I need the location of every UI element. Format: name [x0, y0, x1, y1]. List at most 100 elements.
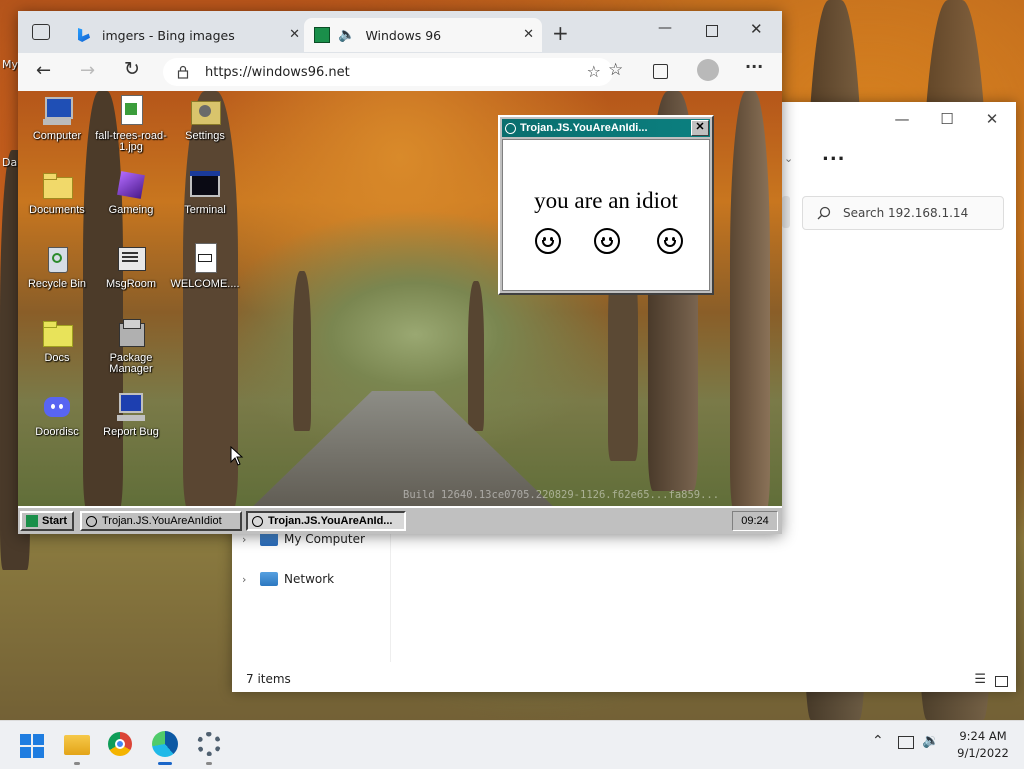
terminal-icon	[189, 169, 221, 201]
close-tab-icon[interactable]: ✕	[289, 27, 300, 42]
url-text: https://windows96.net	[205, 65, 350, 80]
w96-taskbar: Start Trojan.JS.YouAreAnIdiot Trojan.JS.…	[18, 506, 782, 534]
minimize-button[interactable]: —	[882, 110, 922, 130]
desktop-icon-label: Report Bug	[103, 426, 159, 438]
close-button[interactable]: ✕	[691, 120, 709, 136]
profile-avatar[interactable]	[697, 59, 719, 81]
popup-body: you are an idiot	[502, 139, 710, 291]
address-bar-edge[interactable]	[782, 196, 790, 228]
smiley-icon	[86, 515, 97, 527]
running-indicator	[74, 762, 80, 765]
running-indicator	[206, 762, 212, 765]
maximize-button[interactable]: ☐	[927, 110, 967, 130]
desktop-icon-gameing[interactable]: Gameing	[92, 169, 170, 216]
folder-icon	[41, 169, 73, 201]
favorites-icon[interactable]: ☆	[608, 60, 623, 80]
desktop-icon-computer[interactable]: Computer	[18, 95, 96, 142]
start-label: Start	[42, 515, 68, 527]
collections-icon[interactable]	[653, 64, 668, 79]
maximize-button[interactable]	[706, 25, 718, 37]
nav-item-network[interactable]: › Network	[242, 568, 334, 590]
desktop-icon-label: Docs	[44, 352, 70, 364]
file-explorer-icon[interactable]	[64, 735, 90, 755]
desktop-icon-documents[interactable]: Documents	[18, 169, 96, 216]
taskbar-item[interactable]: Trojan.JS.YouAreAnIdiot	[80, 511, 242, 531]
build-watermark: Build 12640.13ce0705.220829-1126.f62e65.…	[403, 489, 720, 501]
search-placeholder: Search 192.168.1.14	[843, 206, 969, 220]
clock-time[interactable]: 9:24 AM	[955, 729, 1011, 743]
desktop-icon-label: Gameing	[108, 204, 154, 216]
forward-icon[interactable]: →	[80, 60, 95, 81]
bug-report-icon	[115, 391, 147, 423]
desktop-icon-label: Da	[2, 156, 18, 169]
more-options-button[interactable]: ...	[822, 144, 846, 165]
browser-window: imgers - Bing images ✕ 🔈 Windows 96 ✕ + …	[18, 11, 782, 534]
trojan-popup-window[interactable]: Trojan.JS.YouAreAnIdi... ✕ you are an id…	[498, 115, 714, 295]
chevron-up-icon[interactable]: ⌃	[872, 733, 884, 749]
address-bar[interactable]: https://windows96.net ☆	[163, 58, 613, 86]
tab-bing-images[interactable]: imgers - Bing images ✕	[70, 18, 300, 52]
desktop-icon-label: fall-trees-road-1.jpg	[95, 130, 167, 153]
windows96-icon	[314, 27, 330, 43]
desktop-icon-label: Settings	[185, 130, 225, 142]
desktop-icon-settings[interactable]: Settings	[166, 95, 244, 142]
tab-strip: imgers - Bing images ✕ 🔈 Windows 96 ✕ + …	[18, 11, 782, 53]
desktop-icon-package-manager[interactable]: Package Manager	[92, 317, 170, 375]
chevron-right-icon[interactable]: ›	[242, 533, 256, 546]
network-icon	[260, 572, 278, 586]
network-icon[interactable]	[898, 736, 914, 749]
volume-icon[interactable]: 🔉	[922, 733, 939, 749]
start-button[interactable]: Start	[20, 511, 74, 531]
popup-title-bar[interactable]: Trojan.JS.YouAreAnIdi... ✕	[502, 119, 710, 137]
close-tab-icon[interactable]: ✕	[523, 27, 534, 42]
cube-icon	[115, 169, 147, 201]
lock-icon	[177, 65, 189, 79]
back-icon[interactable]: ←	[36, 60, 51, 81]
msgroom-icon	[115, 243, 147, 275]
address-toolbar: ← → ↻ https://windows96.net ☆ ☆ ···	[18, 53, 782, 91]
close-button[interactable]: ✕	[750, 20, 763, 38]
new-tab-button[interactable]: +	[552, 21, 569, 45]
nav-item-label: My Computer	[284, 532, 365, 546]
settings-more-icon[interactable]: ···	[745, 57, 763, 76]
desktop-icon-doordisc[interactable]: Doordisc	[18, 391, 96, 438]
details-view-icon[interactable]: ☰	[974, 672, 986, 687]
desktop-icon-label: WELCOME....	[170, 278, 240, 290]
desktop-icon-recycle-bin[interactable]: Recycle Bin	[18, 243, 96, 290]
refresh-icon[interactable]: ↻	[124, 58, 140, 80]
mouse-cursor-icon	[230, 446, 244, 466]
desktop-icon-label: Terminal	[184, 204, 226, 216]
taskbar-item-active[interactable]: Trojan.JS.YouAreAnId...	[246, 511, 406, 531]
desktop-icon-label: MsgRoom	[105, 278, 157, 290]
edge-icon[interactable]	[152, 731, 178, 757]
desktop-icon-msgroom[interactable]: MsgRoom	[92, 243, 170, 290]
desktop-icon-label: Computer	[32, 130, 82, 142]
smiley-icon	[535, 228, 561, 254]
minimize-button[interactable]: —	[658, 20, 672, 36]
desktop-icon-terminal[interactable]: Terminal	[166, 169, 244, 216]
tiles-view-icon[interactable]	[995, 676, 1008, 687]
search-box[interactable]: Search 192.168.1.14	[802, 196, 1004, 230]
smiley-icon	[594, 228, 620, 254]
tab-actions-icon[interactable]	[32, 24, 50, 40]
start-button[interactable]	[20, 734, 44, 758]
settings-icon[interactable]	[197, 732, 221, 756]
desktop-icon-report-bug[interactable]: Report Bug	[92, 391, 170, 438]
toolbar-dropdown-icon[interactable]: ⌄	[784, 152, 793, 165]
chrome-icon[interactable]	[108, 732, 132, 756]
speaker-icon[interactable]: 🔈	[338, 27, 355, 43]
add-favorite-icon[interactable]: ☆	[587, 62, 601, 81]
desktop-icon-fall-trees[interactable]: fall-trees-road-1.jpg	[92, 95, 170, 153]
desktop-icon-welcome[interactable]: WELCOME....	[166, 243, 244, 290]
desktop-icon-docs[interactable]: Docs	[18, 317, 96, 364]
status-bar-item-count: 7 items	[246, 672, 291, 686]
smiley-icon	[505, 122, 516, 134]
windows96-logo-icon	[26, 515, 38, 527]
desktop-icon-label: Documents	[29, 204, 85, 216]
close-button[interactable]: ✕	[972, 110, 1012, 130]
taskbar-item-label: Trojan.JS.YouAreAnIdiot	[102, 515, 222, 527]
folder-icon	[41, 317, 73, 349]
tab-windows96[interactable]: 🔈 Windows 96 ✕	[304, 18, 542, 52]
chevron-right-icon[interactable]: ›	[242, 573, 256, 586]
clock-date[interactable]: 9/1/2022	[955, 746, 1011, 760]
